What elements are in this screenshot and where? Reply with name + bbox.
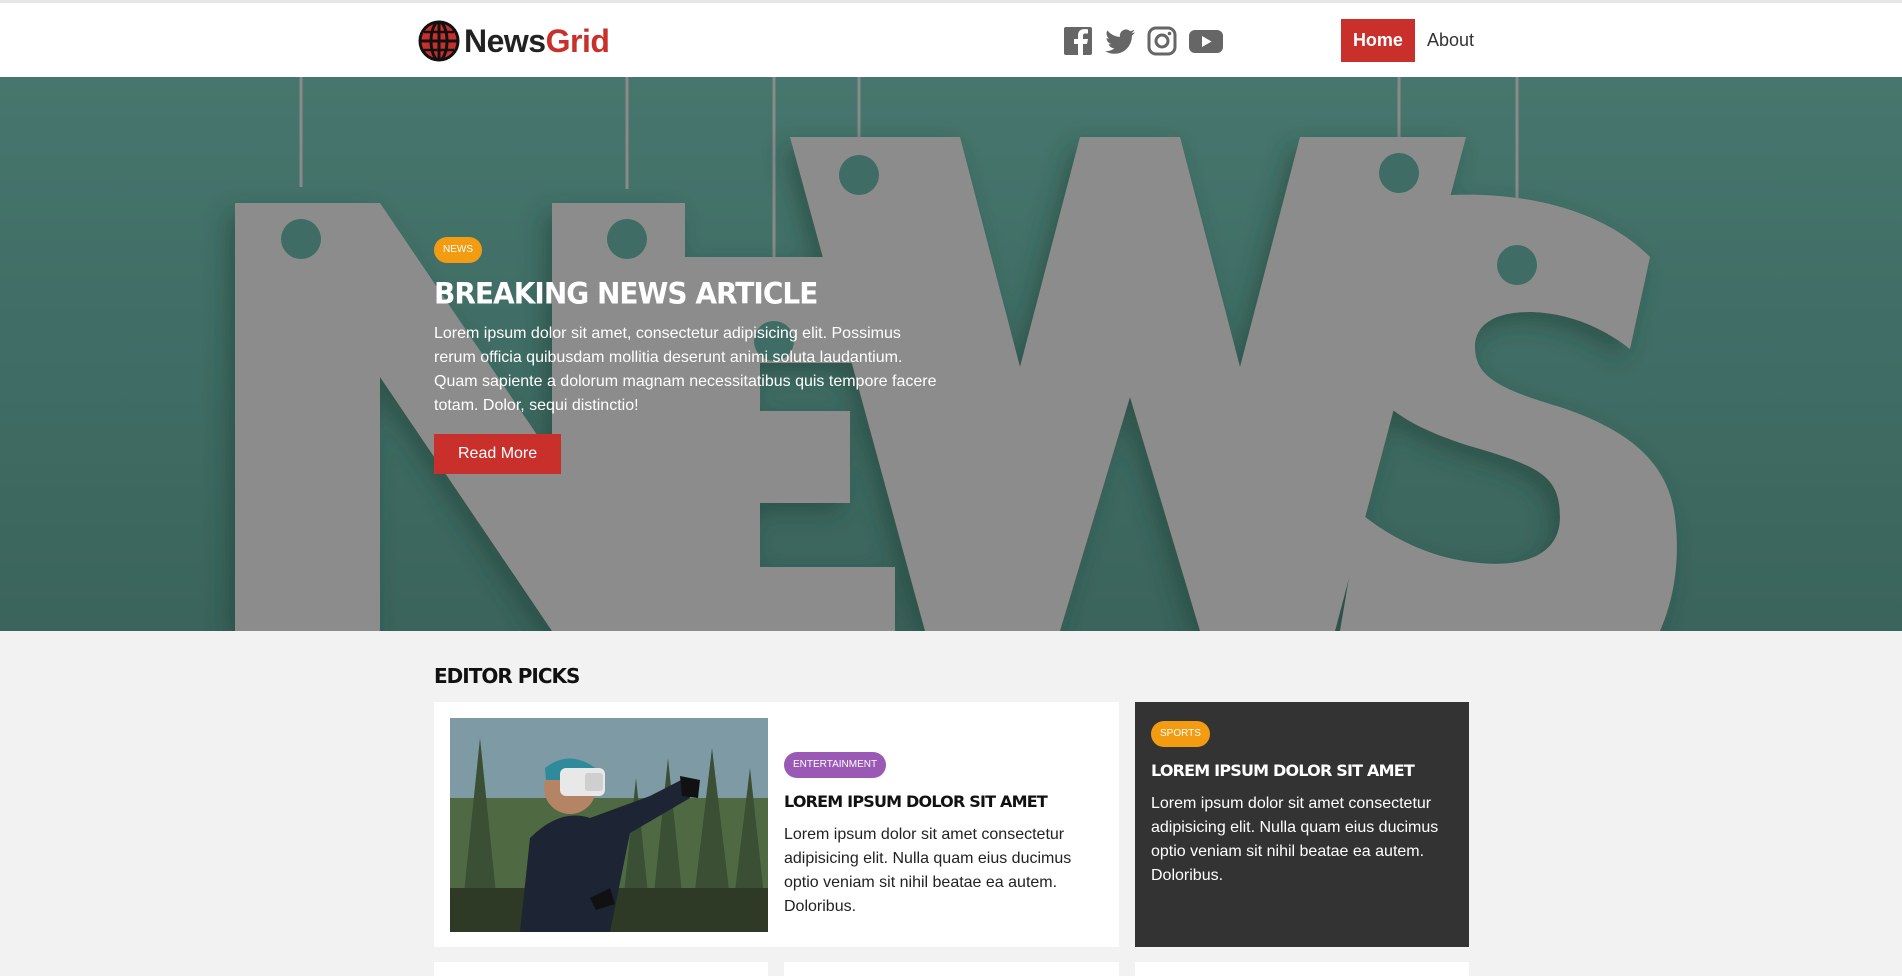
article-thumbnail[interactable] bbox=[450, 718, 768, 932]
vr-man-photo bbox=[450, 718, 768, 932]
hero-category-badge[interactable]: NEWS bbox=[434, 237, 482, 263]
main-menu: Home About bbox=[1340, 19, 1474, 62]
next-row-card-2[interactable] bbox=[784, 962, 1119, 976]
sports-pick-excerpt: Lorem ipsum dolor sit amet consectetur a… bbox=[1151, 795, 1439, 884]
twitter-icon[interactable] bbox=[1104, 25, 1136, 57]
nav-home-link[interactable]: Home bbox=[1340, 19, 1415, 62]
sports-pick-title[interactable]: Lorem ipsum dolor sit amet bbox=[1151, 761, 1451, 780]
editor-pick-title[interactable]: Lorem ipsum dolor sit amet bbox=[784, 792, 1104, 811]
editor-pick-excerpt: Lorem ipsum dolor sit amet consectetur a… bbox=[784, 826, 1072, 915]
hero-news-illustration bbox=[235, 77, 1677, 631]
site-logo[interactable]: NewsGrid bbox=[418, 20, 610, 62]
next-row-card-3[interactable] bbox=[1135, 962, 1469, 976]
editor-pick-info: ENTERTAINMENT Lorem ipsum dolor sit amet… bbox=[784, 752, 1104, 919]
youtube-icon[interactable] bbox=[1188, 25, 1224, 57]
navbar-container: NewsGrid Home About bbox=[418, 3, 1474, 77]
editor-picks-heading: Editor Picks bbox=[434, 664, 580, 688]
hero-title: Breaking News Article bbox=[434, 276, 818, 311]
next-row-card-1[interactable] bbox=[434, 962, 768, 976]
site-logo-text: NewsGrid bbox=[464, 22, 610, 60]
entertainment-badge[interactable]: ENTERTAINMENT bbox=[784, 752, 887, 778]
nav-about-link[interactable]: About bbox=[1427, 19, 1474, 62]
hero-description: Lorem ipsum dolor sit amet, consectetur … bbox=[434, 325, 937, 414]
social-links bbox=[1062, 25, 1224, 57]
brand-part-1: News bbox=[464, 22, 546, 59]
hero-section: NEWS Breaking News Article Lorem ipsum d… bbox=[0, 77, 1902, 631]
top-navbar: NewsGrid Home About bbox=[0, 0, 1902, 77]
sports-pick-info: SPORTS Lorem ipsum dolor sit amet Lorem … bbox=[1151, 721, 1451, 888]
hero-content: NEWS Breaking News Article Lorem ipsum d… bbox=[434, 237, 944, 474]
editor-pick-card[interactable]: ENTERTAINMENT Lorem ipsum dolor sit amet… bbox=[434, 702, 1119, 947]
read-more-button[interactable]: Read More bbox=[434, 434, 562, 474]
brand-part-2: Grid bbox=[545, 22, 610, 59]
instagram-icon[interactable] bbox=[1146, 25, 1178, 57]
globe-icon bbox=[418, 20, 460, 62]
sports-pick-card[interactable]: SPORTS Lorem ipsum dolor sit amet Lorem … bbox=[1135, 702, 1469, 947]
facebook-icon[interactable] bbox=[1062, 25, 1094, 57]
sports-badge[interactable]: SPORTS bbox=[1151, 721, 1210, 747]
